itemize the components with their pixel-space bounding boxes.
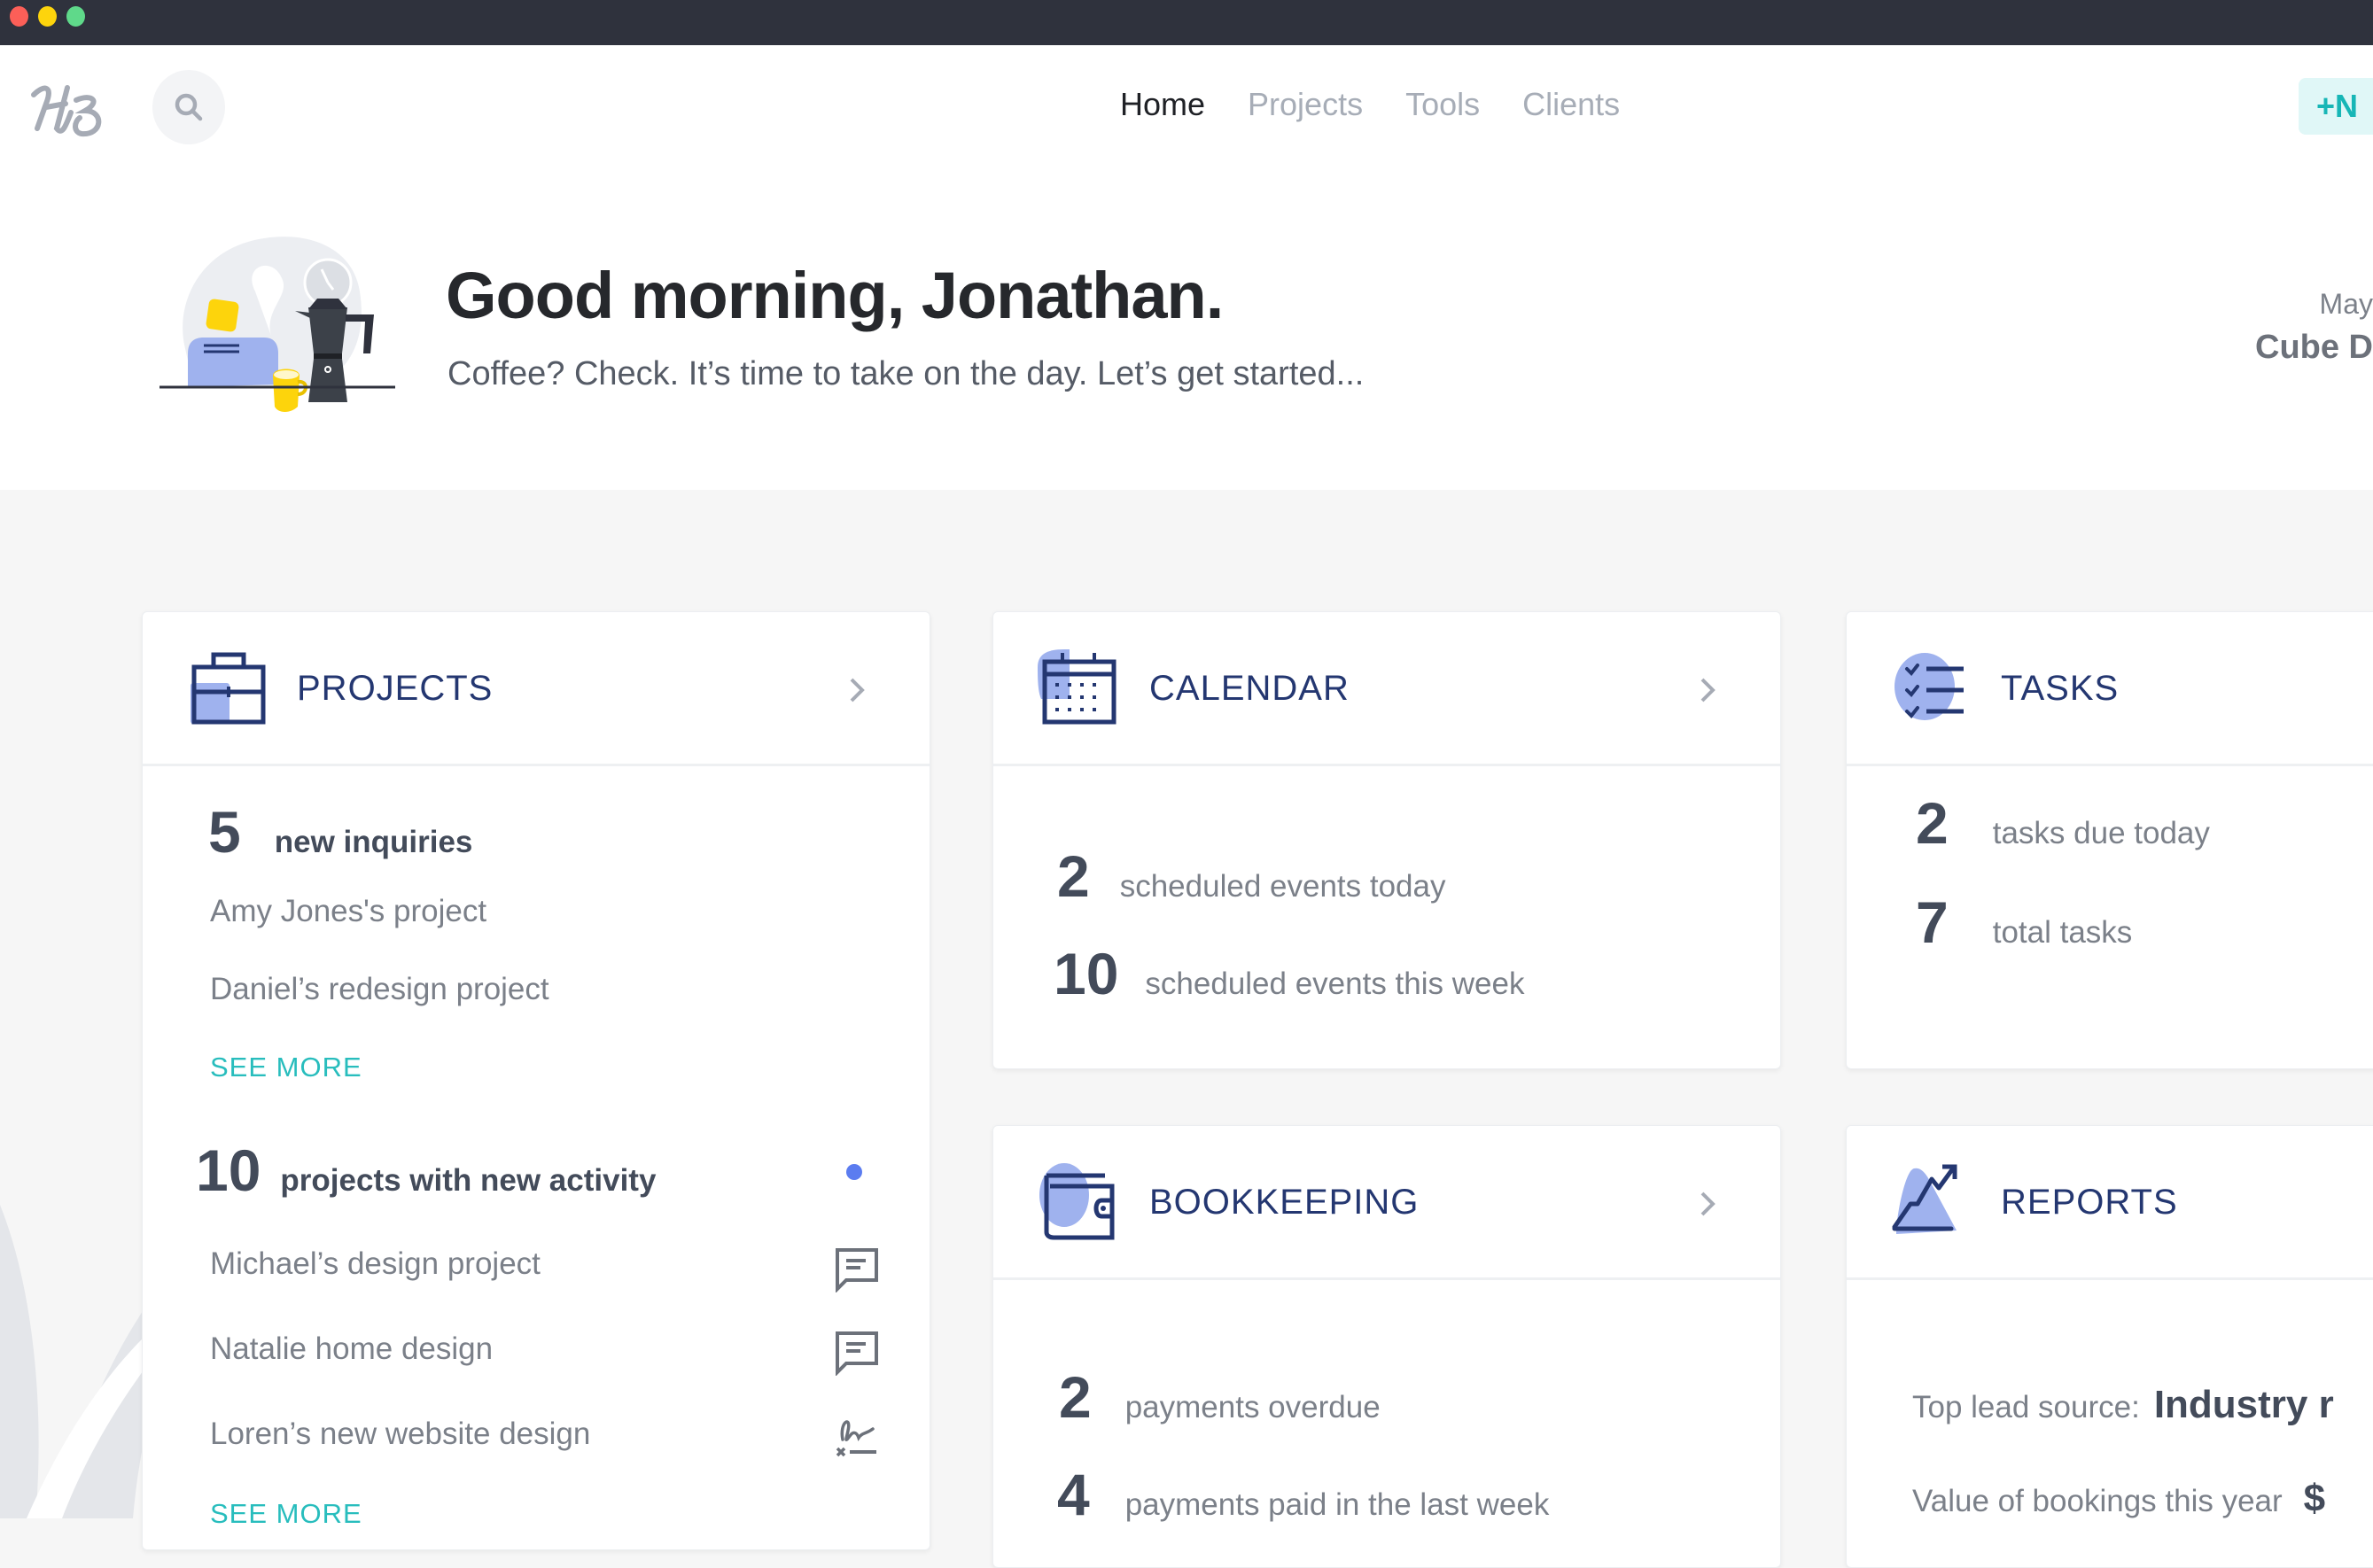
close-window-button[interactable] — [10, 6, 28, 27]
top-lead-source-value: Industry r — [2153, 1383, 2334, 1426]
bookings-value-label: Value of bookings this year — [1912, 1484, 2283, 1518]
total-tasks-label: total tasks — [1992, 915, 2133, 950]
main-nav: Home Projects Tools Clients — [1120, 86, 1620, 123]
reports-card-header[interactable]: REPORTS — [1847, 1126, 2373, 1280]
hb-logo-icon[interactable] — [27, 77, 111, 139]
events-week-count: 10 — [1054, 941, 1119, 1006]
coffee-toaster-illustration — [159, 237, 395, 412]
calendar-card-header[interactable]: CALENDAR — [993, 612, 1780, 766]
bookings-value-row: Value of bookings this year $ — [1912, 1477, 2325, 1521]
events-today-stat: 2 scheduled events today — [1057, 842, 1445, 910]
total-tasks-count: 7 — [1916, 889, 1949, 955]
new-activity-stat: 10 projects with new activity — [196, 1137, 656, 1204]
activity-item[interactable]: Michael’s design project — [210, 1246, 541, 1282]
search-button[interactable] — [152, 70, 225, 144]
briefcase-icon — [191, 652, 266, 725]
projects-card-header[interactable]: PROJECTS — [143, 612, 930, 766]
inquiry-item[interactable]: Amy Jones's project — [210, 894, 486, 929]
payments-paid-label: payments paid in the last week — [1124, 1487, 1550, 1522]
new-inquiries-label: new inquiries — [274, 825, 473, 859]
payments-overdue-label: payments overdue — [1124, 1390, 1381, 1424]
activity-item[interactable]: Natalie home design — [210, 1331, 493, 1367]
unread-indicator-dot — [846, 1164, 862, 1180]
nav-clients[interactable]: Clients — [1522, 86, 1620, 123]
projects-card: PROJECTS 5 new inquiries Amy Jones's pro… — [142, 611, 930, 1550]
task-list-icon — [1895, 653, 1964, 720]
chevron-right-icon[interactable] — [843, 672, 869, 708]
wallet-icon — [1039, 1163, 1115, 1240]
tasks-card-title: TASKS — [2001, 669, 2120, 708]
nav-home[interactable]: Home — [1120, 86, 1205, 123]
tasks-card: TASKS 2 tasks due today 7 total tasks — [1846, 611, 2373, 1069]
greeting-hero: Good morning, Jonathan. Coffee? Check. I… — [0, 169, 2373, 490]
greeting-title: Good morning, Jonathan. — [446, 259, 1224, 332]
new-inquiries-count: 5 — [208, 799, 241, 865]
projects-card-title: PROJECTS — [297, 669, 494, 708]
tasks-due-stat: 2 tasks due today — [1916, 789, 2210, 857]
tasks-due-label: tasks due today — [1992, 816, 2210, 850]
calendar-card: CALENDAR 2 scheduled events today 10 sch… — [992, 611, 1781, 1069]
plus-icon: + — [2316, 88, 2336, 124]
nav-tools[interactable]: Tools — [1405, 86, 1480, 123]
events-week-stat: 10 scheduled events this week — [1054, 940, 1524, 1007]
new-activity-label: projects with new activity — [280, 1163, 657, 1198]
bookings-value-amount: $ — [2303, 1477, 2326, 1520]
calendar-card-title: CALENDAR — [1149, 669, 1350, 708]
top-navigation: Home Projects Tools Clients +N — [0, 45, 2373, 169]
reports-card-title: REPORTS — [2001, 1183, 2178, 1222]
new-activity-count: 10 — [196, 1137, 261, 1203]
bookkeeping-card-title: BOOKKEEPING — [1149, 1183, 1420, 1222]
inquiry-item[interactable]: Daniel’s redesign project — [210, 972, 549, 1007]
inquiries-see-more-link[interactable]: SEE MORE — [210, 1052, 362, 1083]
tasks-card-header[interactable]: TASKS — [1847, 612, 2373, 766]
company-name: Cube D — [2255, 329, 2373, 366]
message-icon[interactable] — [834, 1330, 880, 1376]
top-lead-source-row: Top lead source: Industry r — [1912, 1383, 2334, 1427]
events-today-count: 2 — [1057, 843, 1090, 909]
signature-icon[interactable] — [834, 1413, 880, 1459]
chevron-right-icon[interactable] — [1693, 1186, 1720, 1222]
new-button-label: N — [2335, 88, 2359, 124]
search-icon — [175, 93, 203, 121]
bookkeeping-card: BOOKKEEPING 2 payments overdue 4 payment… — [992, 1125, 1781, 1568]
nav-projects[interactable]: Projects — [1248, 86, 1363, 123]
reports-card: REPORTS Top lead source: Industry r Valu… — [1846, 1125, 2373, 1568]
window-titlebar — [0, 0, 2373, 45]
activity-item[interactable]: Loren’s new website design — [210, 1417, 590, 1452]
minimize-window-button[interactable] — [38, 6, 57, 27]
events-today-label: scheduled events today — [1119, 869, 1446, 904]
new-button[interactable]: +N — [2299, 78, 2373, 135]
top-lead-source-label: Top lead source: — [1912, 1390, 2140, 1424]
maximize-window-button[interactable] — [66, 6, 85, 27]
payments-overdue-stat: 2 payments overdue — [1059, 1363, 1381, 1431]
new-inquiries-stat: 5 new inquiries — [208, 798, 472, 866]
calendar-icon — [1038, 649, 1116, 725]
bookkeeping-card-header[interactable]: BOOKKEEPING — [993, 1126, 1780, 1280]
trend-chart-icon — [1892, 1164, 1957, 1234]
date-label: May — [2319, 288, 2373, 320]
events-week-label: scheduled events this week — [1145, 966, 1525, 1001]
total-tasks-stat: 7 total tasks — [1916, 889, 2132, 956]
greeting-subtitle: Coffee? Check. It’s time to take on the … — [447, 355, 1365, 392]
payments-overdue-count: 2 — [1059, 1364, 1092, 1430]
tasks-due-count: 2 — [1916, 790, 1949, 856]
activity-see-more-link[interactable]: SEE MORE — [210, 1498, 362, 1530]
message-icon[interactable] — [834, 1246, 880, 1292]
chevron-right-icon[interactable] — [1693, 672, 1720, 708]
